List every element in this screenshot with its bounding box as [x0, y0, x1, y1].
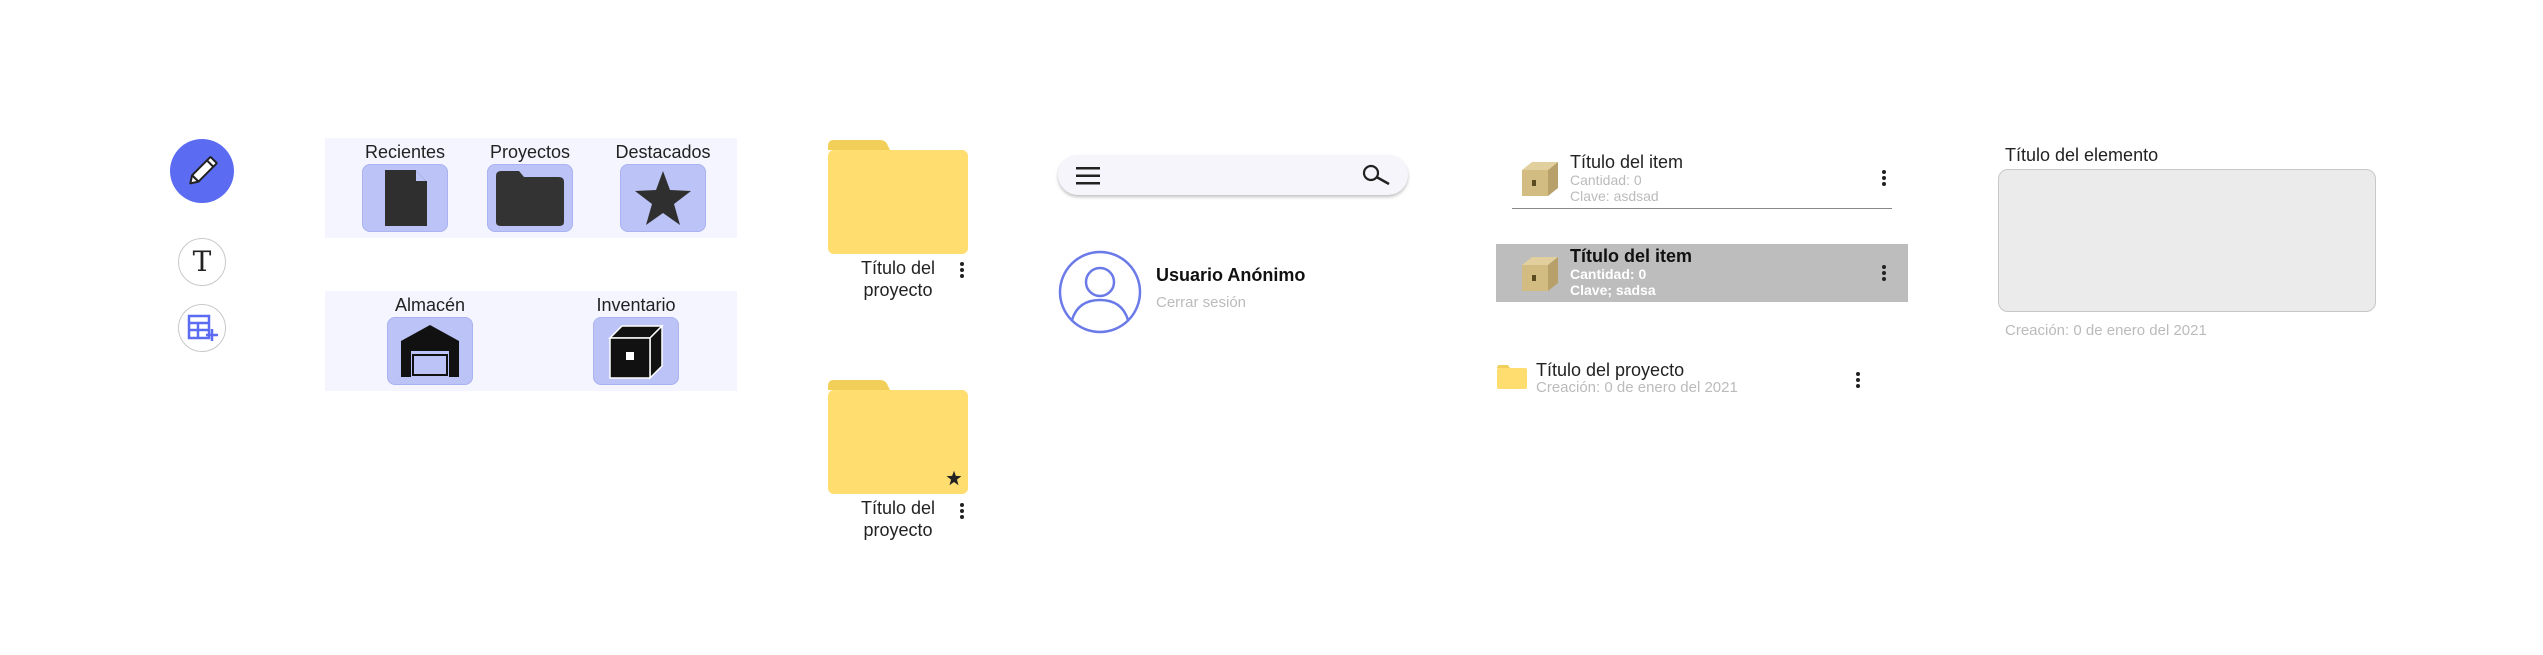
category-label: Destacados [615, 142, 711, 162]
pencil-icon [189, 156, 218, 185]
project-row-created: Creación: 0 de enero del 2021 [1536, 379, 1738, 396]
item-row[interactable]: Título del item Cantidad: 0 Clave: asdsa… [1512, 148, 1892, 209]
category-destacados[interactable]: Destacados [608, 142, 718, 232]
item-title: Título del item [1570, 246, 1693, 266]
box-icon [1520, 253, 1560, 298]
element-textarea[interactable] [1998, 169, 2376, 312]
categories-panel-top: Recientes Proyectos Destacados [325, 138, 737, 238]
table-add-icon [187, 314, 218, 341]
category-label: Recientes [364, 142, 446, 162]
category-tile[interactable] [387, 317, 473, 385]
search-bar[interactable] [1058, 155, 1408, 195]
category-tile[interactable] [362, 164, 448, 232]
star-icon [946, 470, 962, 486]
item-menu-button[interactable] [1882, 265, 1886, 281]
box-icon [1520, 158, 1560, 203]
category-tile[interactable] [620, 164, 706, 232]
category-recientes[interactable]: Recientes [355, 142, 455, 232]
project-row-title: Título del proyecto [1536, 360, 1685, 380]
category-label: Inventario [596, 295, 676, 315]
folder-icon [828, 140, 968, 254]
folder-menu-button[interactable] [960, 503, 964, 519]
avatar[interactable] [1058, 250, 1142, 339]
item-menu-button[interactable] [1882, 170, 1886, 186]
folder-icon [496, 171, 564, 226]
text-icon: T [192, 245, 212, 278]
warehouse-icon [401, 325, 459, 377]
add-text-button[interactable]: T [178, 238, 226, 286]
element-created: Creación: 0 de enero del 2021 [2005, 322, 2207, 339]
category-inventario[interactable]: Inventario [586, 295, 686, 385]
category-tile[interactable] [487, 164, 573, 232]
folder-title: Título del proyecto [860, 498, 936, 540]
add-table-button[interactable] [178, 304, 226, 352]
folder-icon [1496, 364, 1528, 395]
project-folder-starred[interactable] [826, 378, 976, 496]
project-folder[interactable] [826, 138, 976, 256]
category-tile[interactable] [593, 317, 679, 385]
search-icon[interactable] [1361, 163, 1391, 192]
item-row-selected[interactable]: Título del item Cantidad: 0 Clave; sadsa [1496, 244, 1908, 302]
item-quantity: Cantidad: 0 [1570, 266, 1647, 282]
item-key: Clave; sadsa [1570, 282, 1656, 298]
category-almacen[interactable]: Almacén [380, 295, 480, 385]
user-avatar-icon [1058, 250, 1142, 334]
categories-panel-bottom: Almacén Inventario [325, 291, 737, 391]
box-icon [608, 324, 664, 380]
category-proyectos[interactable]: Proyectos [480, 142, 580, 232]
folder-title: Título del proyecto [860, 258, 936, 300]
element-title-label: Título del elemento [2005, 145, 2159, 165]
document-icon [385, 170, 427, 226]
hamburger-menu-icon[interactable] [1076, 166, 1100, 191]
project-row[interactable]: Título del proyecto Creación: 0 de enero… [1496, 356, 1876, 400]
edit-fab-button[interactable] [170, 139, 234, 203]
logout-link[interactable]: Cerrar sesión [1156, 294, 1246, 311]
project-row-menu-button[interactable] [1856, 372, 1860, 388]
star-icon [635, 171, 691, 225]
category-label: Proyectos [489, 142, 571, 162]
item-quantity: Cantidad: 0 [1570, 172, 1642, 188]
category-label: Almacén [394, 295, 466, 315]
item-title: Título del item [1570, 152, 1684, 172]
item-key: Clave: asdsad [1570, 188, 1659, 204]
folder-menu-button[interactable] [960, 262, 964, 278]
user-name: Usuario Anónimo [1156, 265, 1306, 285]
